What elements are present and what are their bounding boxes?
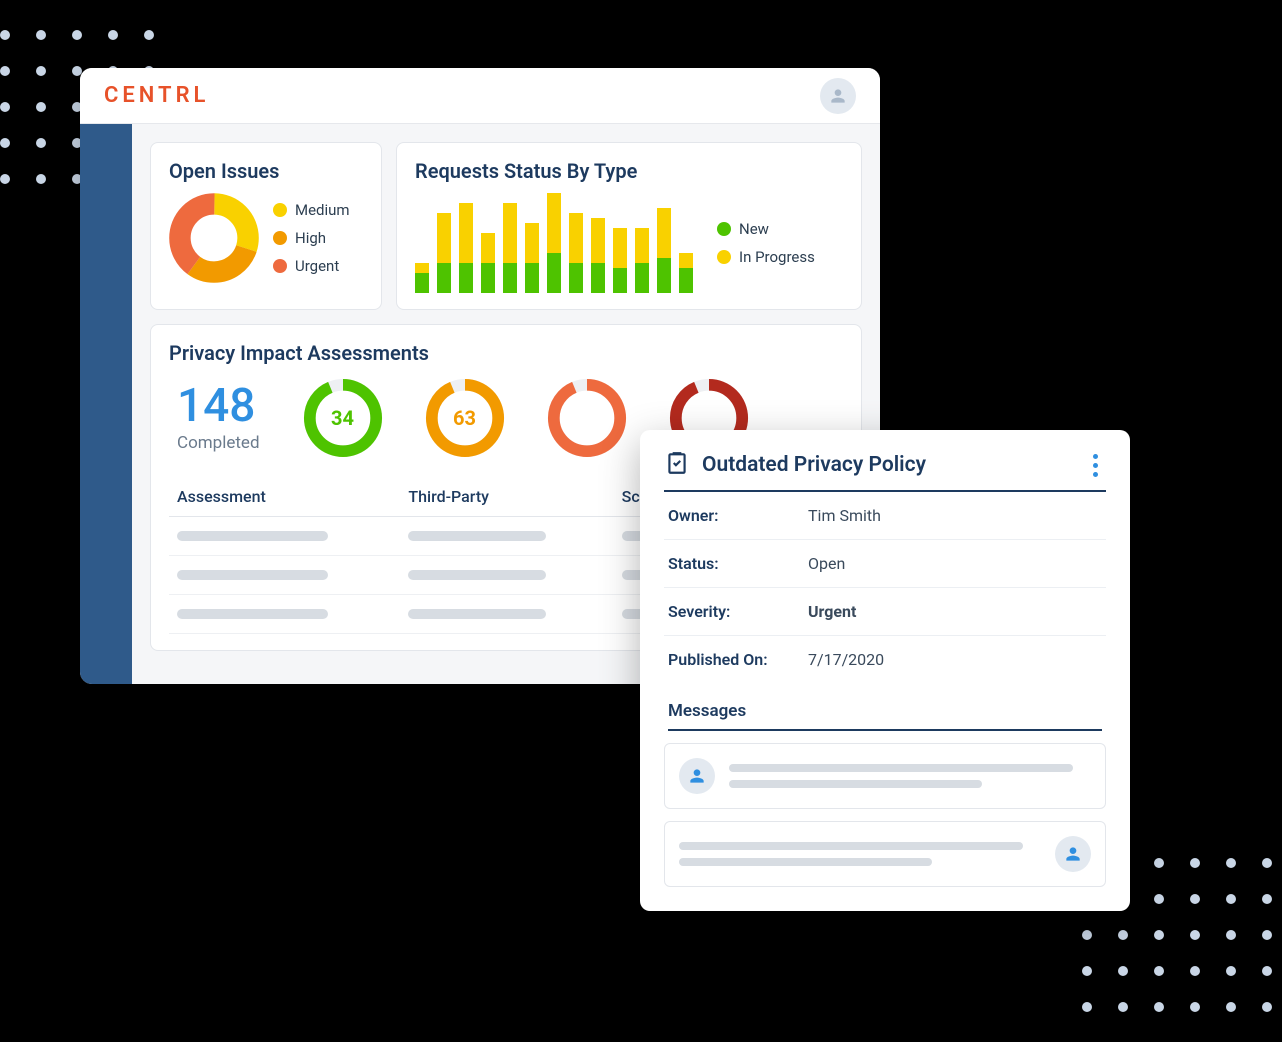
brand-logo: CENTRL xyxy=(104,83,209,108)
open-issues-card: Open Issues Medium High Urgent xyxy=(150,142,382,310)
legend-new: New xyxy=(717,220,815,238)
message-avatar xyxy=(679,758,715,794)
pia-ring xyxy=(546,377,628,459)
pia-ring-value: 63 xyxy=(424,377,506,459)
owner-value: Tim Smith xyxy=(808,506,881,525)
field-owner: Owner: Tim Smith xyxy=(664,492,1106,540)
message-item[interactable] xyxy=(664,743,1106,809)
requests-bar-chart xyxy=(415,193,693,293)
field-severity: Severity: Urgent xyxy=(664,588,1106,636)
issue-detail-panel: Outdated Privacy Policy Owner: Tim Smith… xyxy=(640,430,1130,911)
pia-title: Privacy Impact Assessments xyxy=(169,341,843,365)
legend-new-label: New xyxy=(739,220,769,238)
message-item[interactable] xyxy=(664,821,1106,887)
pia-column-header: Third-Party xyxy=(400,477,613,517)
legend-medium: Medium xyxy=(273,201,350,219)
side-rail xyxy=(80,124,132,684)
requests-status-card: Requests Status By Type New In Progress xyxy=(396,142,862,310)
message-avatar xyxy=(1055,836,1091,872)
legend-high-label: High xyxy=(295,229,326,247)
message-placeholder-lines xyxy=(679,842,1041,866)
severity-label: Severity: xyxy=(668,602,808,621)
severity-value: Urgent xyxy=(808,602,856,621)
legend-medium-label: Medium xyxy=(295,201,350,219)
completed-stat: 148 Completed xyxy=(177,383,260,453)
published-value: 7/17/2020 xyxy=(808,650,884,669)
more-menu-button[interactable] xyxy=(1084,454,1106,477)
pia-ring-value xyxy=(546,377,628,459)
status-value: Open xyxy=(808,554,845,573)
messages-heading: Messages xyxy=(668,701,1102,731)
open-issues-title: Open Issues xyxy=(169,159,363,183)
title-bar: CENTRL xyxy=(80,68,880,124)
completed-label: Completed xyxy=(177,433,260,453)
requests-status-title: Requests Status By Type xyxy=(415,159,843,183)
pia-ring: 34 xyxy=(302,377,384,459)
legend-urgent: Urgent xyxy=(273,257,350,275)
message-placeholder-lines xyxy=(729,764,1091,788)
pia-ring: 63 xyxy=(424,377,506,459)
completed-value: 148 xyxy=(177,383,260,429)
field-published: Published On: 7/17/2020 xyxy=(664,636,1106,683)
requests-legend: New In Progress xyxy=(717,220,815,266)
legend-urgent-label: Urgent xyxy=(295,257,339,275)
owner-label: Owner: xyxy=(668,506,808,525)
pia-ring-value: 34 xyxy=(302,377,384,459)
person-icon xyxy=(828,86,848,106)
issue-title: Outdated Privacy Policy xyxy=(702,453,1072,477)
open-issues-legend: Medium High Urgent xyxy=(273,201,350,275)
legend-in-progress-label: In Progress xyxy=(739,248,815,266)
open-issues-donut-chart xyxy=(169,193,259,283)
pia-column-header: Assessment xyxy=(169,477,400,517)
status-label: Status: xyxy=(668,554,808,573)
legend-high: High xyxy=(273,229,350,247)
field-status: Status: Open xyxy=(664,540,1106,588)
legend-in-progress: In Progress xyxy=(717,248,815,266)
user-avatar[interactable] xyxy=(820,78,856,114)
published-label: Published On: xyxy=(668,650,808,669)
clipboard-check-icon xyxy=(664,450,690,480)
